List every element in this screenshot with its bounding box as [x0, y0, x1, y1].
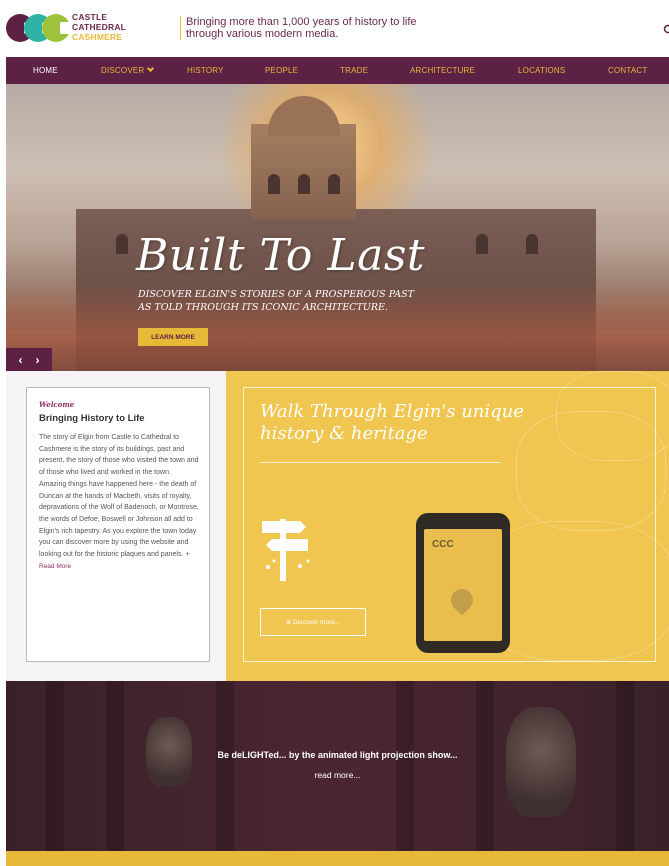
walk-divider [260, 462, 500, 463]
building-window [526, 234, 538, 254]
site-header: CASTLE CATHEDRAL CASHMERE Bringing more … [0, 0, 669, 57]
site-logo[interactable]: CASTLE CATHEDRAL CASHMERE [6, 12, 156, 46]
walk-through-panel: Walk Through Elgin's unique history & he… [226, 371, 669, 681]
nav-history[interactable]: HISTORY [187, 66, 224, 75]
read-more-link[interactable]: Read More [39, 561, 199, 573]
map-pin-icon [446, 584, 478, 616]
projection-figure-right [506, 707, 576, 817]
phone-logo: CCC [432, 539, 454, 550]
background-pillar [476, 681, 494, 851]
main-nav: HOME DISCOVER HISTORY PEOPLE TRADE ARCHI… [6, 57, 669, 84]
building-window [328, 174, 340, 194]
phone-illustration: CCC [416, 513, 510, 653]
discover-more-button[interactable]: ⊕ Discover more... [260, 608, 366, 636]
nav-contact[interactable]: CONTACT [608, 66, 647, 75]
building-window [298, 174, 310, 194]
building-window [116, 234, 128, 254]
light-show-banner[interactable]: Be deLIGHTed... by the animated light pr… [6, 681, 669, 851]
logo-line-cashmere: CASHMERE [72, 32, 123, 42]
background-pillar [106, 681, 124, 851]
nav-home[interactable]: HOME [33, 66, 58, 75]
nav-architecture[interactable]: ARCHITECTURE [410, 66, 475, 75]
nav-trade[interactable]: TRADE [340, 66, 368, 75]
search-icon[interactable] [663, 24, 669, 36]
background-pillar [616, 681, 634, 851]
building-window [476, 234, 488, 254]
welcome-heading: Bringing History to Life [39, 413, 145, 424]
intro-section: Welcome Bringing History to Life The sto… [6, 371, 669, 681]
nav-locations[interactable]: LOCATIONS [518, 66, 565, 75]
light-show-title: Be deLIGHTed... by the animated light pr… [217, 750, 458, 760]
logo-line-castle: CASTLE [72, 12, 108, 22]
nav-discover[interactable]: DISCOVER [101, 64, 155, 75]
logo-line-cathedral: CATHEDRAL [72, 22, 127, 32]
logo-wordmark: CASTLE CATHEDRAL CASHMERE [72, 12, 126, 42]
light-show-read-more[interactable]: read more... [6, 770, 669, 780]
building-window [268, 174, 280, 194]
walk-title: Walk Through Elgin's unique history & he… [260, 401, 524, 444]
welcome-text: The story of Elgin from Castle to Cathed… [39, 434, 199, 559]
welcome-card: Welcome Bringing History to Life The sto… [26, 387, 210, 662]
hero-slider: Built To Last DISCOVER ELGIN'S STORIES O… [6, 84, 669, 371]
hero-title: Built To Last [136, 230, 426, 281]
chevron-right-icon[interactable]: › [36, 353, 40, 367]
welcome-body: The story of Elgin from Castle to Cathed… [39, 432, 199, 572]
welcome-label: Welcome [39, 400, 75, 409]
hero-subtitle: DISCOVER ELGIN'S STORIES OF A PROSPEROUS… [138, 289, 414, 313]
footer-strip [6, 851, 669, 866]
phone-screen: CCC [424, 529, 502, 641]
slider-controls: ‹ › [6, 348, 52, 371]
logo-c-green [42, 14, 74, 42]
signpost-icon [262, 519, 310, 581]
hero-building-tower [251, 124, 356, 219]
chevron-down-icon [147, 64, 155, 73]
background-pillar [46, 681, 64, 851]
background-pillar [216, 681, 234, 851]
background-pillar [396, 681, 414, 851]
learn-more-button[interactable]: LEARN MORE [138, 328, 208, 346]
nav-people[interactable]: PEOPLE [265, 66, 298, 75]
nav-discover-label: DISCOVER [101, 66, 145, 75]
site-tagline: Bringing more than 1,000 years of histor… [180, 16, 430, 40]
chevron-left-icon[interactable]: ‹ [19, 353, 23, 367]
